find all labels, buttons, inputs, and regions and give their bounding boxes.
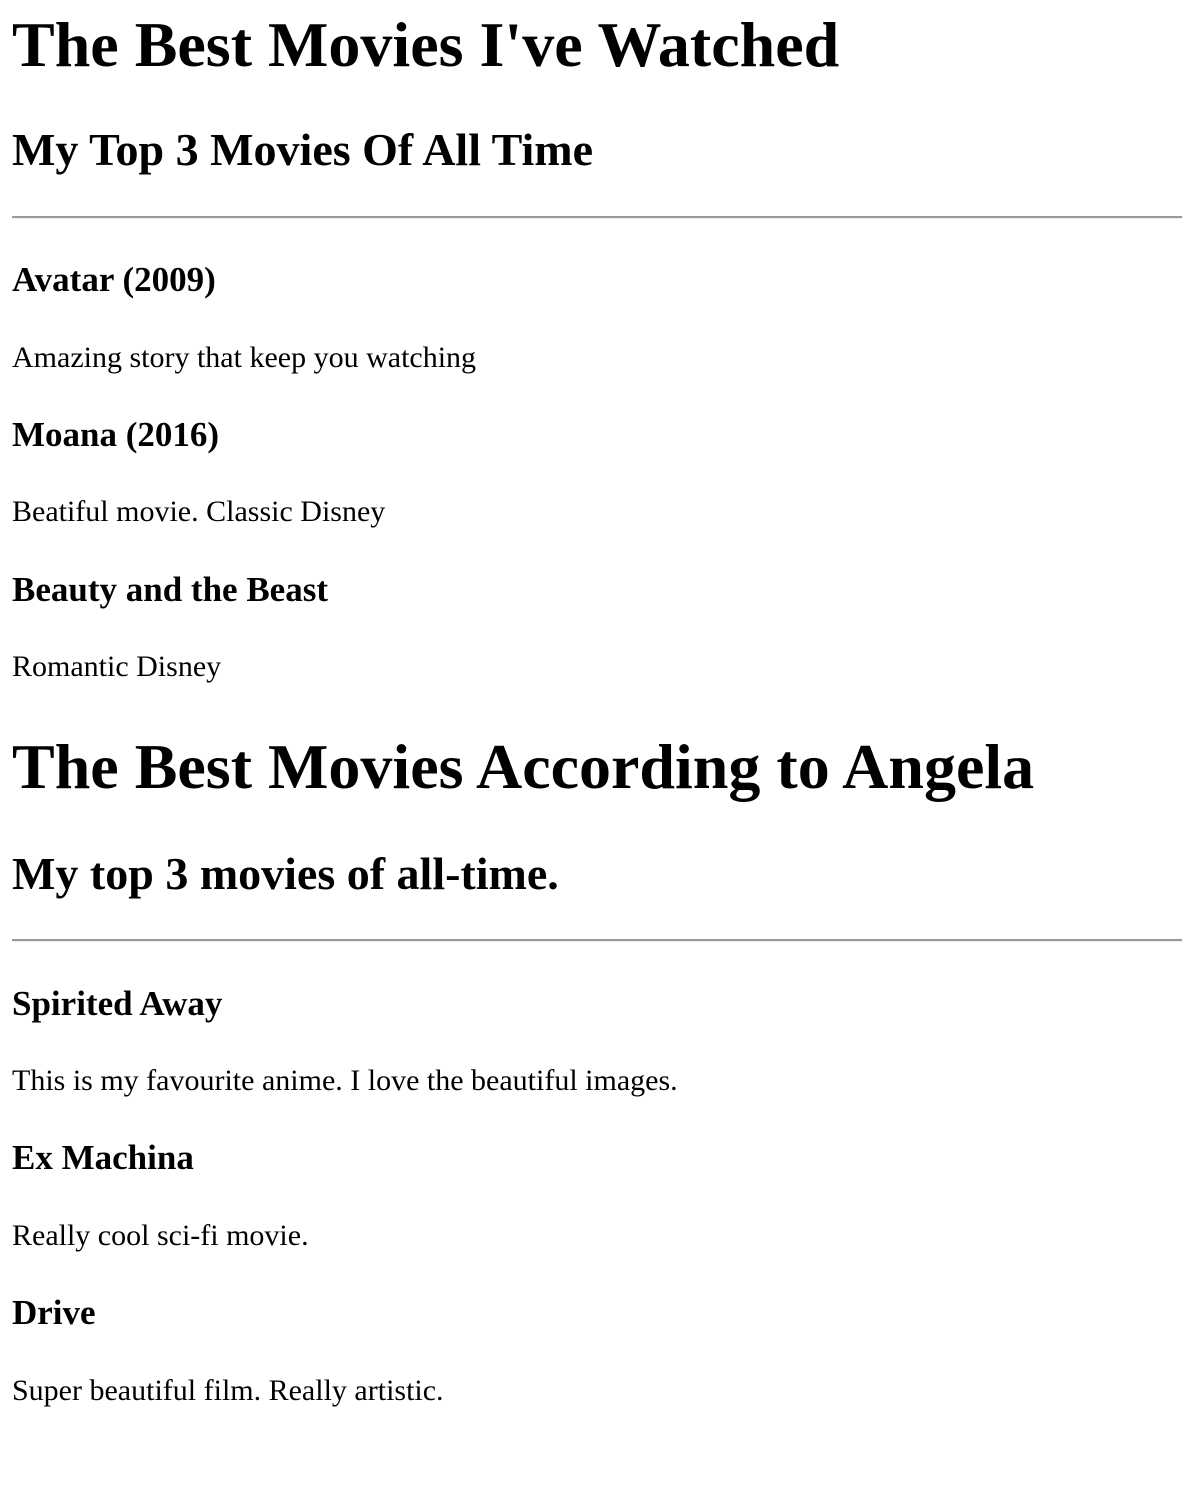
page-title: The Best Movies I've Watched: [12, 9, 840, 80]
movie-title: Beauty and the Beast: [12, 570, 328, 609]
section-subtitle: My Top 3 Movies Of All Time: [12, 124, 594, 175]
section-title: The Best Movies According to Angela: [12, 731, 1035, 802]
movie-title: Drive: [12, 1293, 96, 1332]
movie-description: Really cool sci-fi movie.: [12, 1219, 309, 1252]
movie-title: Moana (2016): [12, 415, 220, 454]
section-subtitle: My top 3 movies of all-time.: [12, 848, 559, 899]
movie-title: Avatar (2009): [12, 260, 216, 299]
horizontal-rule: [12, 939, 1182, 942]
movie-description: Super beautiful film. Really artistic.: [12, 1374, 444, 1407]
movie-title: Spirited Away: [12, 984, 223, 1023]
movie-description: This is my favourite anime. I love the b…: [12, 1064, 678, 1097]
movie-description: Amazing story that keep you watching: [12, 341, 477, 374]
movie-title: Ex Machina: [12, 1138, 194, 1177]
movie-description: Romantic Disney: [12, 650, 222, 683]
movie-description: Beatiful movie. Classic Disney: [12, 495, 386, 528]
horizontal-rule: [12, 216, 1182, 219]
